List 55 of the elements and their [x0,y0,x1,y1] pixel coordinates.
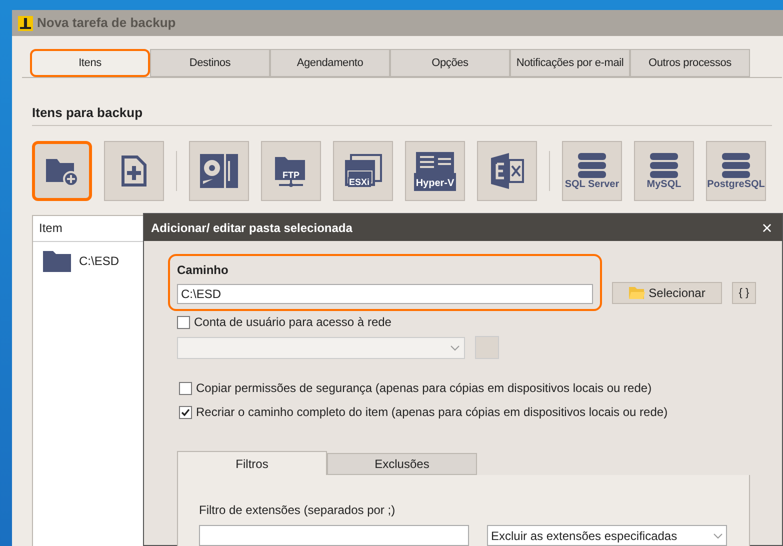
tab[interactable]: Opções [390,49,510,77]
checkmark-icon [181,408,190,416]
tab[interactable]: Outros processos [630,49,750,77]
field-label: Caminho [177,262,230,279]
folder-icon [628,287,645,299]
tab[interactable]: Notificações por e-mail [510,49,630,77]
icon-label: MySQL [646,180,682,190]
folder-icon [43,250,71,272]
select-button[interactable]: Selecionar [612,282,722,304]
server-rack-icon [414,150,455,172]
chevron-down-icon [450,344,460,350]
toolbar-button[interactable]: Hyper-V [405,140,465,200]
tab[interactable]: Itens [30,49,150,77]
extensions-field[interactable] [199,525,469,546]
icon-label: SQL Server [564,180,620,190]
checkbox[interactable] [179,406,192,418]
checkbox-label: Conta de usuário para acesso à rede [194,314,392,331]
icon-label: Hyper-V [416,178,454,188]
database-icon [576,152,607,178]
toolbar-button[interactable] [189,140,249,200]
path-field[interactable]: C:\ESD [177,284,593,304]
exchange-mail-icon [489,152,525,190]
tab[interactable]: Agendamento [270,49,390,77]
app-logo-icon [18,16,33,30]
toolbar-button[interactable]: PostgreSQL [706,140,766,200]
icon-label: PostgreSQL [707,180,765,190]
toolbar-button[interactable]: SQL Server [562,140,622,200]
toolbar-button[interactable] [477,140,537,200]
toolbar-button[interactable]: ESXi [333,140,393,200]
close-button[interactable]: × [759,218,775,236]
toolbar-button[interactable] [104,140,164,200]
checkbox[interactable] [177,316,190,328]
file-add-icon [120,154,148,188]
variables-button[interactable]: { } [732,282,756,304]
database-icon [648,152,679,178]
section-title: Itens para backup [32,103,772,126]
dialog-title: Adicionar/ editar pasta selecionada [151,220,352,236]
toolbar-button[interactable]: FTP [261,140,321,200]
window-title: Nova tarefa de backup [37,14,176,32]
database-icon [720,152,751,178]
tab[interactable]: Destinos [150,49,270,77]
checkbox[interactable] [179,382,192,394]
disk-drive-icon [199,152,239,188]
filter-mode-dropdown[interactable]: Excluir as extensões especificadas [487,525,727,546]
toolbar-button[interactable]: MySQL [634,140,694,200]
tab[interactable]: Filtros [177,451,327,475]
list-item[interactable]: C:\ESD [33,242,143,272]
checkbox-label: Copiar permissões de segurança (apenas para cópias em dispositivos locais ou rede) [196,380,652,397]
icon-label: FTP [282,170,300,180]
checkbox-label: Recriar o caminho completo do item (apenas para cópias em dispositivos locais ou rede) [196,404,668,421]
toolbar-button[interactable] [32,140,92,200]
chevron-down-icon [713,532,723,538]
field-label: Filtro de extensões (separados por ;) [199,503,396,517]
icon-label: ESXi [348,176,371,186]
tab[interactable]: Exclusões [327,453,477,475]
